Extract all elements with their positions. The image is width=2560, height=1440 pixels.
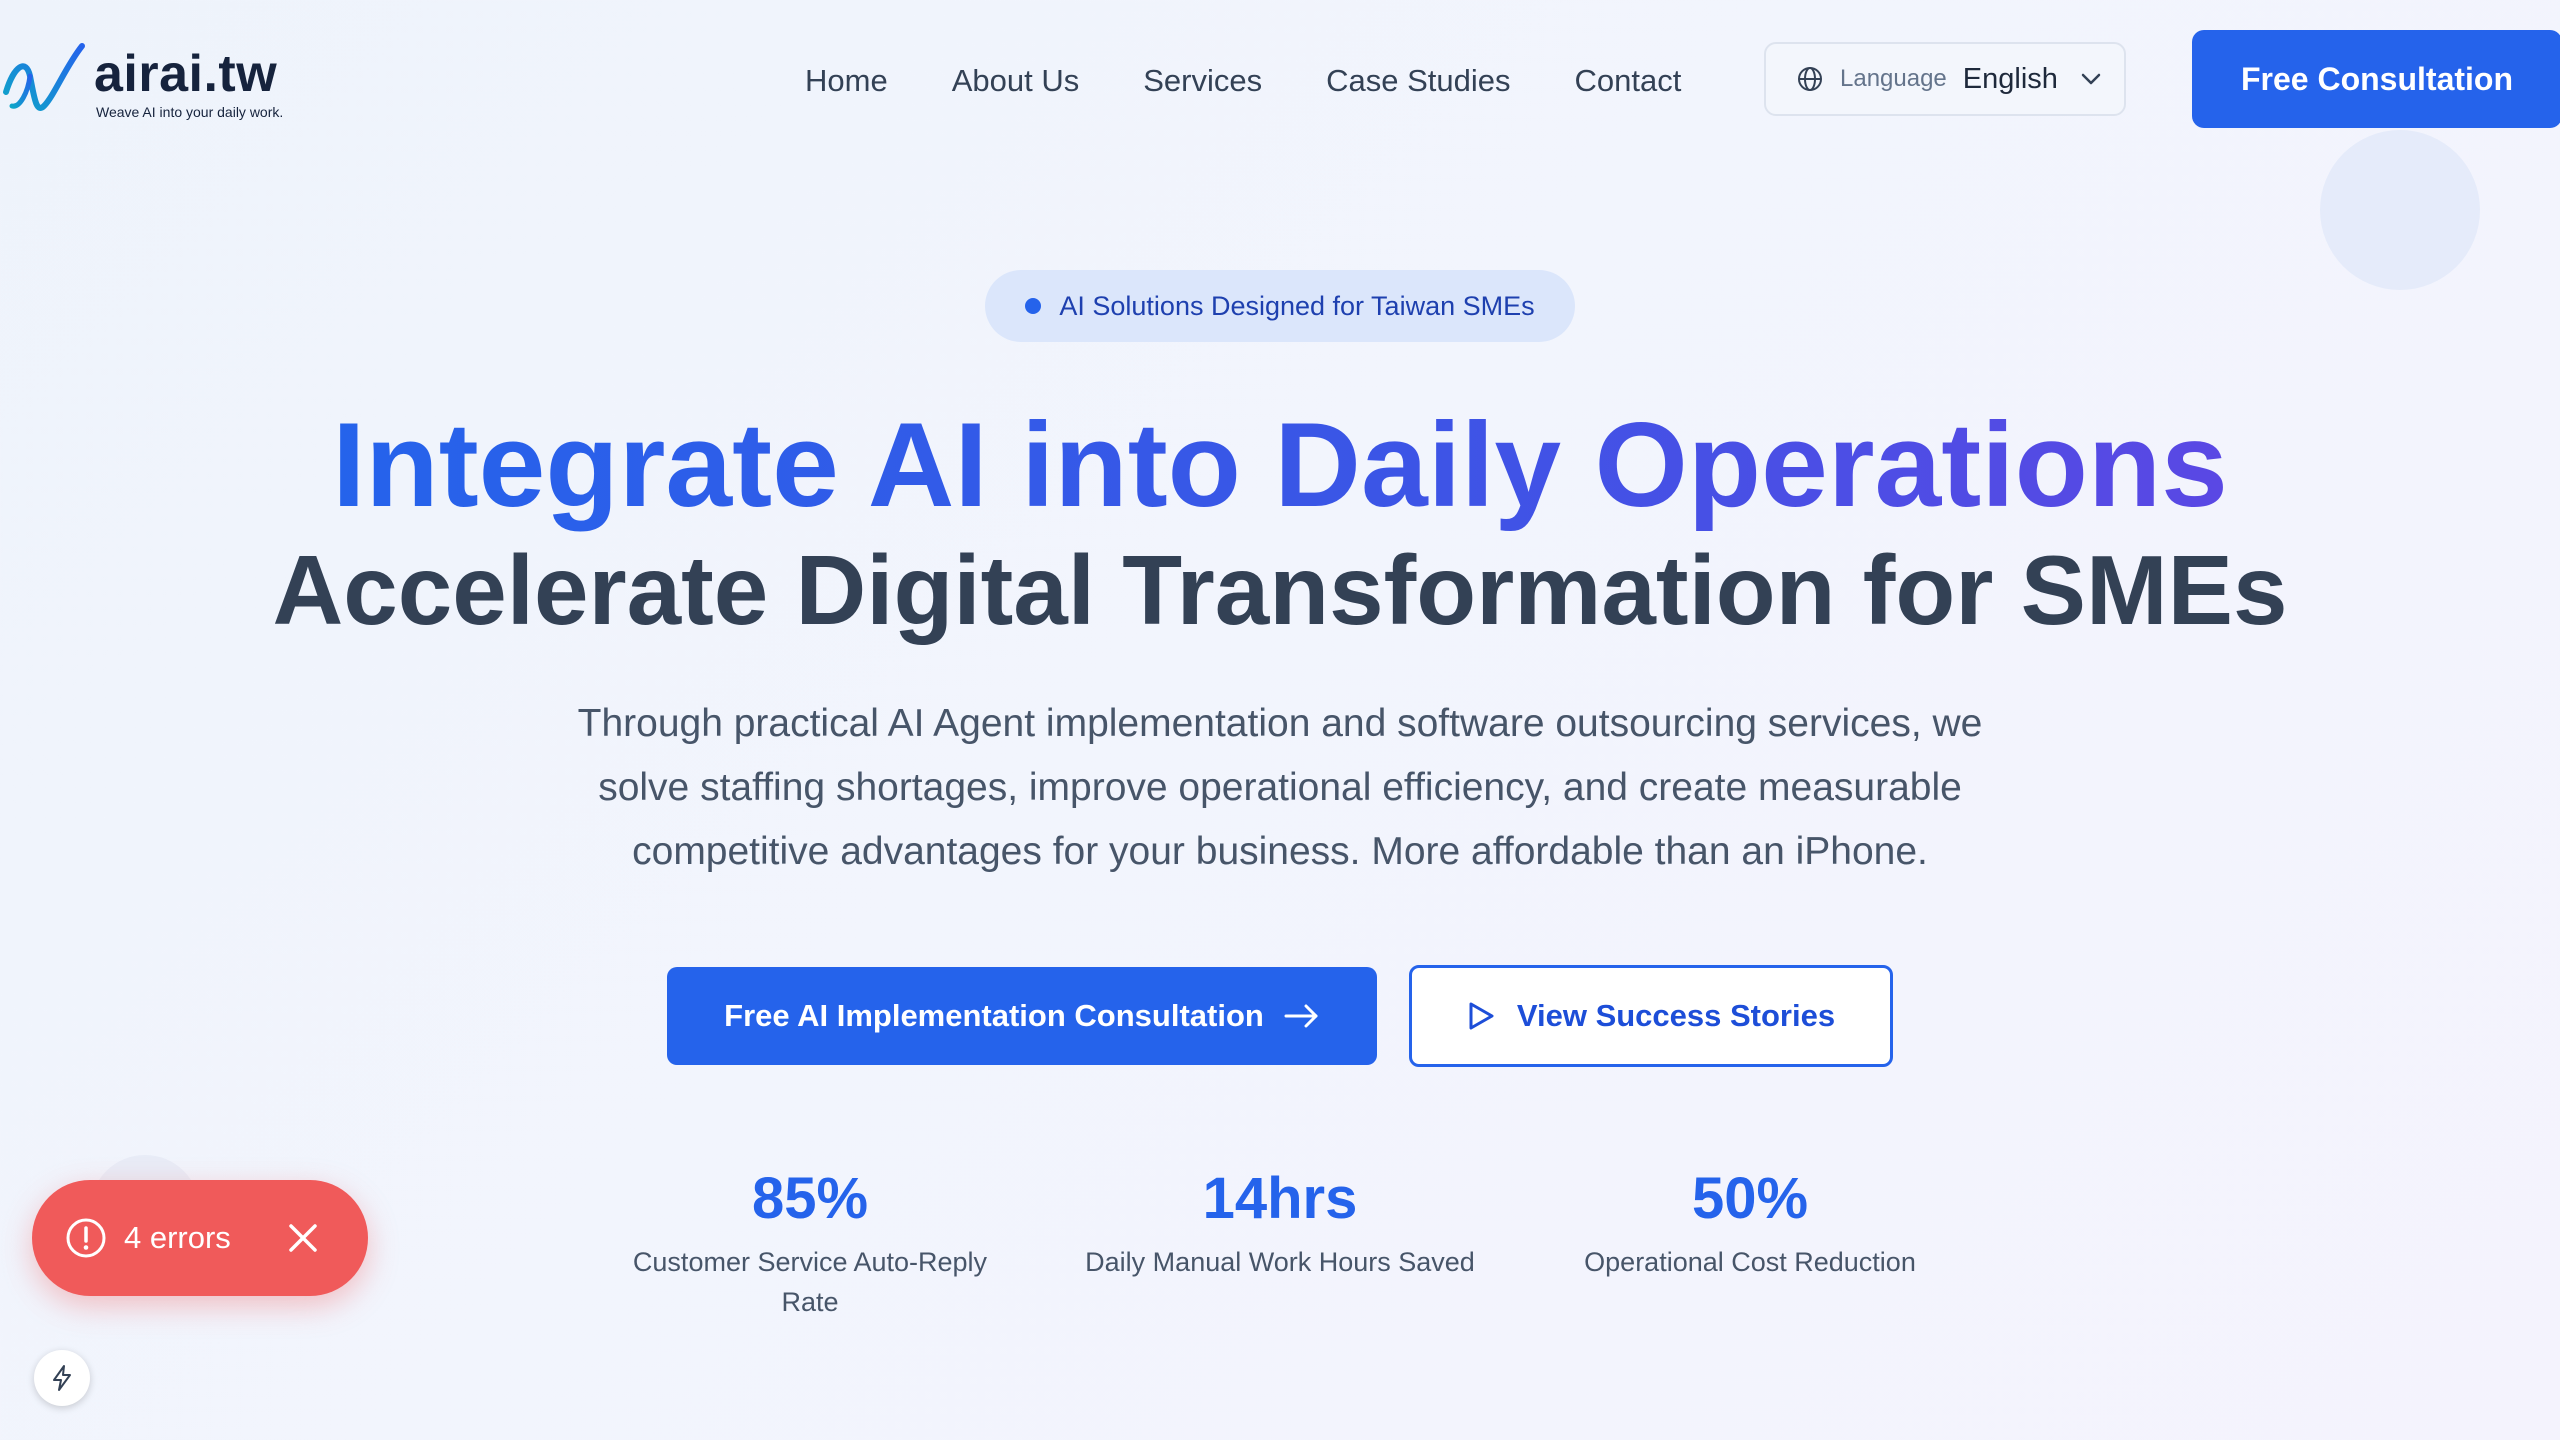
close-icon[interactable] bbox=[285, 1220, 321, 1256]
badge-dot bbox=[1025, 298, 1042, 314]
secondary-button-label: View Success Stories bbox=[1516, 998, 1836, 1033]
chevron-down-icon bbox=[2081, 73, 2101, 85]
stat-value: 85% bbox=[751, 1166, 869, 1231]
site-header: airai.tw Weave AI into your daily work. … bbox=[0, 0, 2560, 160]
language-value: English bbox=[1962, 62, 2058, 95]
nav-item-about-us[interactable]: About Us bbox=[952, 63, 1080, 99]
nav-item-services[interactable]: Services bbox=[1143, 63, 1262, 99]
lightning-bolt-icon bbox=[53, 1365, 71, 1391]
error-count: 4 errors bbox=[124, 1220, 231, 1255]
hero-headline-primary: Integrate AI into Daily Operations bbox=[0, 395, 2560, 535]
globe-icon bbox=[1798, 67, 1822, 91]
stat-label: Operational Cost Reduction bbox=[1584, 1247, 1916, 1277]
language-label: Language bbox=[1840, 65, 1947, 92]
nav-item-home[interactable]: Home bbox=[805, 63, 888, 99]
stat-auto-reply-rate: 85% Customer Service Auto-Reply Rate bbox=[600, 1160, 1020, 1322]
dev-tools-button[interactable] bbox=[34, 1350, 90, 1406]
stat-label: Customer Service Auto-Reply Rate bbox=[632, 1247, 988, 1317]
view-success-stories-button[interactable]: View Success Stories bbox=[1409, 965, 1893, 1067]
badge-text: AI Solutions Designed for Taiwan SMEs bbox=[1059, 290, 1535, 321]
brand-name: airai.tw bbox=[94, 45, 278, 103]
brand-tagline: Weave AI into your daily work. bbox=[96, 104, 284, 120]
hero-headline-primary-text: Integrate AI into Daily Operations bbox=[332, 398, 2228, 532]
arrow-right-icon bbox=[1284, 1004, 1318, 1028]
stylized-n-logo-icon bbox=[3, 43, 85, 111]
language-selector[interactable]: Language English bbox=[1764, 42, 2126, 116]
hero-badge: AI Solutions Designed for Taiwan SMEs bbox=[985, 270, 1575, 342]
error-alert-icon bbox=[66, 1218, 106, 1258]
play-icon bbox=[1469, 1002, 1494, 1030]
nav-item-case-studies[interactable]: Case Studies bbox=[1326, 63, 1510, 99]
hero-headline-secondary: Accelerate Digital Transformation for SM… bbox=[272, 535, 2288, 645]
main-nav: Home About Us Services Case Studies Cont… bbox=[805, 56, 1745, 106]
nav-item-contact[interactable]: Contact bbox=[1574, 63, 1681, 99]
stat-label: Daily Manual Work Hours Saved bbox=[1085, 1247, 1475, 1277]
stat-value: 14hrs bbox=[1202, 1166, 1358, 1231]
error-toast[interactable]: 4 errors bbox=[32, 1180, 368, 1296]
hero-description: Through practical AI Agent implementatio… bbox=[577, 702, 1983, 873]
brand-logo[interactable]: airai.tw Weave AI into your daily work. bbox=[0, 36, 300, 126]
stat-value: 50% bbox=[1691, 1166, 1809, 1231]
free-consultation-button[interactable]: Free Consultation bbox=[2192, 30, 2560, 128]
stat-hours-saved: 14hrs Daily Manual Work Hours Saved bbox=[1070, 1160, 1490, 1282]
primary-button-label: Free AI Implementation Consultation bbox=[724, 998, 1264, 1033]
free-ai-consultation-button[interactable]: Free AI Implementation Consultation bbox=[667, 967, 1377, 1065]
stat-cost-reduction: 50% Operational Cost Reduction bbox=[1540, 1160, 1960, 1282]
